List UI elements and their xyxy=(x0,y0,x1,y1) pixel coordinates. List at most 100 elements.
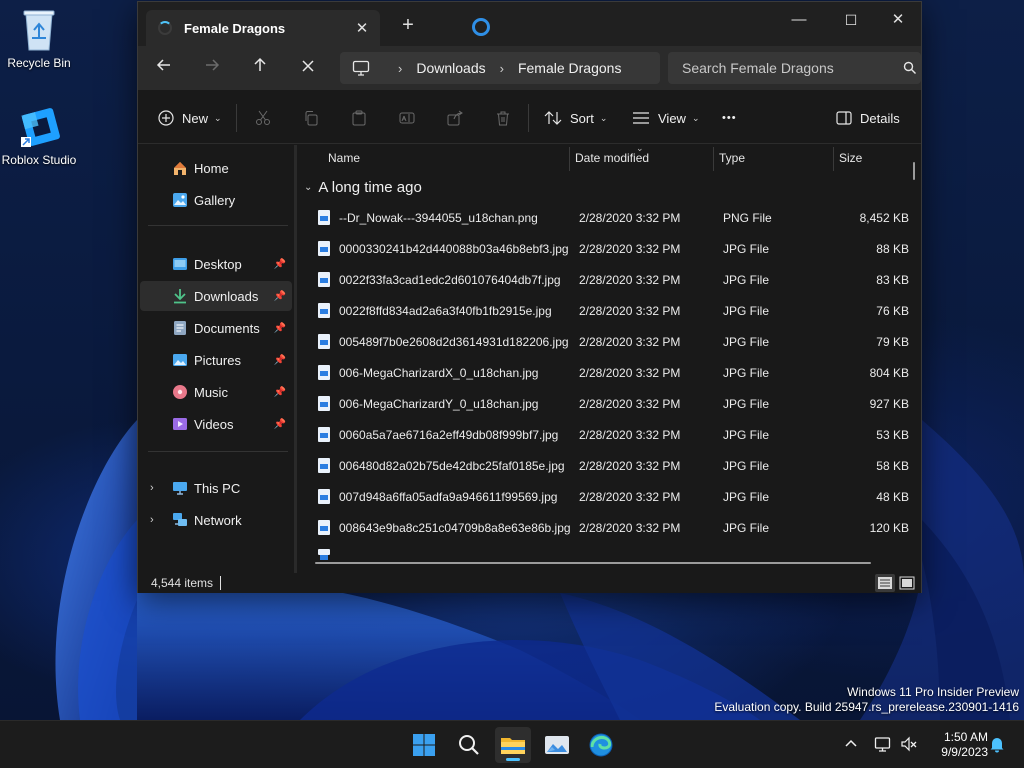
file-row[interactable]: 005489f7b0e2608d2d3614931d182206.jpg 2/28… xyxy=(298,327,920,358)
pin-icon[interactable]: 📌 xyxy=(274,259,286,270)
file-row[interactable]: 006-MegaCharizardX_0_u18chan.jpg 2/28/202… xyxy=(298,358,920,389)
notifications-button[interactable] xyxy=(988,735,1006,753)
new-tab-button[interactable]: + xyxy=(396,14,420,37)
file-row[interactable]: 0000330241b42d440088b03a46b8ebf3.jpg 2/28… xyxy=(298,234,920,265)
column-header-type[interactable]: Type xyxy=(719,145,829,171)
maximize-button[interactable]: ☐ xyxy=(828,6,874,34)
vertical-scrollbar[interactable] xyxy=(913,162,915,180)
system-clock[interactable]: 1:50 AM 9/9/2023 xyxy=(924,730,988,760)
search-icon[interactable] xyxy=(903,61,917,75)
videos-icon xyxy=(172,416,188,432)
breadcrumb[interactable]: › Downloads › Female Dragons xyxy=(340,52,660,84)
clock-date: 9/9/2023 xyxy=(941,745,988,759)
taskbar: 1:50 AM 9/9/2023 xyxy=(0,720,1024,768)
back-button[interactable] xyxy=(148,54,180,82)
column-divider[interactable] xyxy=(569,147,570,171)
taskbar-file-explorer[interactable] xyxy=(495,727,531,763)
details-view-toggle[interactable] xyxy=(875,574,895,592)
copy-button[interactable] xyxy=(303,104,319,132)
pin-icon[interactable]: 📌 xyxy=(274,355,286,366)
column-header-name[interactable]: Name xyxy=(328,145,568,171)
sidebar-item-desktop[interactable]: Desktop 📌 xyxy=(140,249,292,279)
sidebar-item-network[interactable]: › Network xyxy=(140,505,292,535)
search-input[interactable] xyxy=(682,60,892,76)
file-type: PNG File xyxy=(723,211,772,225)
file-icon xyxy=(318,489,330,504)
paste-button[interactable] xyxy=(351,104,367,132)
column-header-date-modified[interactable]: Date modified xyxy=(575,145,713,171)
desktop-icon-roblox-studio[interactable]: Roblox Studio xyxy=(1,105,77,167)
taskbar-edge[interactable] xyxy=(583,727,619,763)
breadcrumb-separator: › xyxy=(499,60,504,76)
tab-close-button[interactable]: ✕ xyxy=(350,19,374,37)
tiles-view-toggle[interactable] xyxy=(897,574,917,592)
sidebar-item-documents[interactable]: Documents 📌 xyxy=(140,313,292,343)
view-button[interactable]: View ⌄ xyxy=(632,104,700,132)
plus-circle-icon xyxy=(158,110,174,126)
breadcrumb-downloads[interactable]: Downloads xyxy=(416,60,485,76)
pin-icon[interactable]: 📌 xyxy=(274,419,286,430)
details-button[interactable]: Details xyxy=(836,104,900,132)
up-button[interactable] xyxy=(244,54,276,82)
file-icon xyxy=(318,427,330,442)
view-list-icon xyxy=(633,112,649,124)
column-divider[interactable] xyxy=(713,147,714,171)
pin-icon[interactable]: 📌 xyxy=(274,323,286,334)
sidebar-item-label: Network xyxy=(194,512,242,528)
volume-button[interactable] xyxy=(900,735,918,753)
file-icon xyxy=(318,272,330,287)
chevron-down-icon: ⌄ xyxy=(304,182,313,193)
close-window-button[interactable]: ✕ xyxy=(875,6,921,34)
sidebar-item-home[interactable]: Home xyxy=(140,153,292,183)
file-row[interactable]: 006-MegaCharizardY_0_u18chan.jpg 2/28/202… xyxy=(298,389,920,420)
delete-button[interactable] xyxy=(495,104,511,132)
forward-button[interactable] xyxy=(196,54,228,82)
rename-icon xyxy=(399,112,415,124)
group-header[interactable]: ⌄ A long time ago xyxy=(304,179,422,196)
column-header-size[interactable]: Size xyxy=(839,145,899,171)
file-row[interactable]: 007d948a6ffa05adfa9a946611f99569.jpg 2/28… xyxy=(298,482,920,513)
file-row[interactable]: --Dr_Nowak---3944055_u18chan.png 2/28/202… xyxy=(298,203,920,234)
sort-button[interactable]: Sort ⌄ xyxy=(544,104,607,132)
tab-female-dragons[interactable]: Female Dragons ✕ xyxy=(146,10,380,46)
status-divider xyxy=(220,576,221,590)
file-row[interactable]: 006480d82a02b75de42dbc25faf0185e.jpg 2/28… xyxy=(298,451,920,482)
pin-icon[interactable]: 📌 xyxy=(274,291,286,302)
pane-splitter[interactable] xyxy=(294,145,297,573)
minimize-button[interactable]: — xyxy=(776,6,822,34)
file-type: JPG File xyxy=(723,521,770,535)
sidebar-item-gallery[interactable]: Gallery xyxy=(140,185,292,215)
network-status-button[interactable] xyxy=(874,735,894,753)
share-button[interactable] xyxy=(447,104,463,132)
clock-time: 1:50 AM xyxy=(943,730,988,744)
desktop-icon-recycle-bin[interactable]: Recycle Bin xyxy=(1,8,77,70)
file-row[interactable]: 0022f8ffd834ad2a6a3f40fb1fb2915e.jpg 2/28… xyxy=(298,296,920,327)
sidebar-item-downloads[interactable]: Downloads 📌 xyxy=(140,281,292,311)
sort-indicator-icon: ⌄ xyxy=(636,145,644,153)
sidebar-item-videos[interactable]: Videos 📌 xyxy=(140,409,292,439)
pin-icon[interactable]: 📌 xyxy=(274,387,286,398)
stop-loading-button[interactable] xyxy=(292,54,324,82)
taskbar-search-button[interactable] xyxy=(451,727,487,763)
sidebar-item-label: Music xyxy=(194,384,228,400)
file-row[interactable]: 0022f33fa3cad1edc2d601076404db7f.jpg 2/28… xyxy=(298,265,920,296)
start-button[interactable] xyxy=(406,727,442,763)
sidebar-item-pictures[interactable]: Pictures 📌 xyxy=(140,345,292,375)
rename-button[interactable] xyxy=(399,104,415,132)
breadcrumb-female-dragons[interactable]: Female Dragons xyxy=(518,60,622,76)
sidebar-item-this-pc[interactable]: › This PC xyxy=(140,473,292,503)
sidebar-item-music[interactable]: Music 📌 xyxy=(140,377,292,407)
file-row[interactable]: 008643e9ba8c251c04709b8a8e63e86b.jpg 2/28… xyxy=(298,513,920,544)
column-divider[interactable] xyxy=(833,147,834,171)
new-button[interactable]: New ⌄ xyxy=(158,104,222,132)
details-view-icon xyxy=(878,577,892,589)
cut-button[interactable] xyxy=(255,104,271,132)
show-hidden-icons-button[interactable] xyxy=(843,735,859,753)
file-type: JPG File xyxy=(723,428,770,442)
more-options-button[interactable]: ••• xyxy=(722,104,737,132)
horizontal-scrollbar[interactable] xyxy=(315,562,871,564)
file-row[interactable]: 0060a5a7ae6716a2eff49db08f999bf7.jpg 2/28… xyxy=(298,420,920,451)
taskbar-photos[interactable] xyxy=(539,727,575,763)
chevron-right-icon[interactable]: › xyxy=(150,482,154,494)
chevron-right-icon[interactable]: › xyxy=(150,514,154,526)
